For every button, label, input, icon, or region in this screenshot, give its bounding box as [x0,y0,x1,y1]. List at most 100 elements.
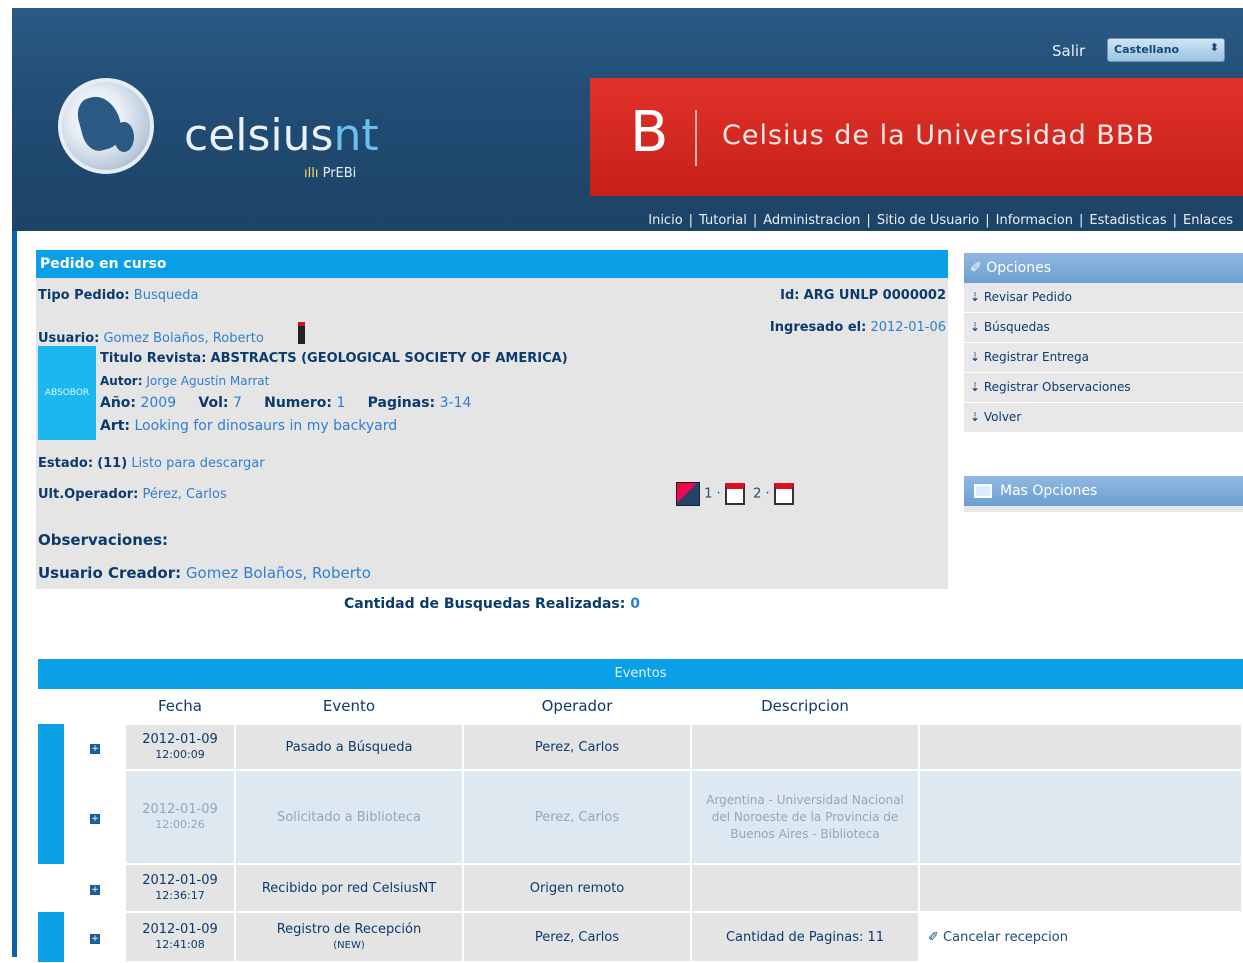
observaciones-label: Observaciones: [38,531,169,549]
row-accent [38,864,65,912]
menu-revisar-pedido[interactable]: ⇣ Revisar Pedido [964,283,1243,313]
opciones-title: Opciones [986,260,1052,276]
articulo-row: Art: Looking for dinosaurs in my backyar… [100,418,397,434]
expand-icon[interactable]: + [90,813,100,824]
autor-row: Autor: Jorge Agustin Marrat [100,374,269,388]
operador-cell: Perez, Carlos [462,769,692,865]
nav-administracion[interactable]: Administracion [763,213,860,228]
expand-icon[interactable]: + [90,933,100,944]
busquedas-label: Cantidad de Busquedas Realizadas: [343,596,626,612]
opciones-panel: ✐ Opciones ⇣ Revisar Pedido ⇣ Búsquedas … [964,253,1243,433]
id-value: ARG UNLP 0000002 [803,288,946,303]
evento-cell: Registro de Recepción (NEW) [234,911,464,963]
table-row: + 2012-01-09 12:00:09 Pasado a Búsqueda P… [38,723,1243,771]
tipo-label: Tipo Pedido: [38,288,130,303]
pedido-panel: Pedido en curso Tipo Pedido: Busqueda Id… [36,250,948,620]
nav-inicio[interactable]: Inicio [648,213,682,228]
usuario-label: Usuario: [38,331,100,346]
art-value: Looking for dinosaurs in my backyard [134,418,398,434]
pedido-title: Pedido en curso [36,250,948,278]
nav-estadisticas[interactable]: Estadisticas [1089,213,1166,228]
menu-busquedas[interactable]: ⇣ Búsquedas [964,313,1243,343]
brand-name: celsius [184,110,334,161]
menu-item-label: Búsquedas [983,320,1050,334]
accion-cell: ✐ Cancelar recepcion [918,911,1243,963]
descripcion-cell: Argentina - Universidad Nacional del Nor… [690,769,920,865]
page-top-margin [0,0,1243,8]
expand-cell: + [64,911,126,963]
nav-separator: | [1172,213,1178,228]
row-accent [38,912,65,962]
col-fecha: Fecha [125,689,235,724]
language-select[interactable]: Castellano ⬍ [1107,38,1225,62]
ingresado-value: 2012-01-06 [870,320,946,335]
autor-value: Jorge Agustin Marrat [146,374,270,388]
operador-label: Ult.Operador: [38,487,139,502]
revista-label: Titulo Revista: [100,351,207,366]
expand-cell: + [64,769,126,865]
expand-icon[interactable]: + [90,884,100,895]
evento-cell: Pasado a Búsqueda [234,723,464,771]
mas-opciones-body [964,506,1243,512]
mas-opciones-label: Mas Opciones [1000,483,1098,499]
nav-informacion[interactable]: Informacion [996,213,1073,228]
computer-download-icon[interactable] [676,482,700,506]
pdf-icon[interactable] [724,483,745,505]
file-2-link[interactable]: 2 [753,487,761,502]
menu-item-label: Revisar Pedido [983,290,1072,304]
creador-row: Usuario Creador: Gomez Bolaños, Roberto [38,564,371,582]
mas-opciones-header[interactable]: Mas Opciones [964,476,1243,506]
nav-enlaces[interactable]: Enlaces [1183,213,1233,228]
nav-separator: | [688,213,694,228]
site-header: celsiusnt ıllı PrEBi Salir Castellano ⬍ B… [12,8,1243,231]
evento-sub: (NEW) [333,940,365,951]
id-row: Id: ARG UNLP 0000002 [780,288,946,303]
ingresado-row: Ingresado el: 2012-01-06 [770,320,946,335]
menu-registrar-observaciones[interactable]: ⇣ Registrar Observaciones [964,373,1243,403]
anio-value: 2009 [140,395,177,411]
expand-icon[interactable]: + [90,743,100,754]
usuario-value[interactable]: Gomez Bolaños, Roberto [103,331,263,346]
evento-cell: Recibido por red CelsiusNT [234,863,464,913]
publicacion-row: Año: 2009 Vol: 7 Numero: 1 Paginas: 3-14 [100,395,471,411]
nav-sitio-usuario[interactable]: Sitio de Usuario [877,213,979,228]
id-label: Id: [780,288,800,303]
prebi-logo: ıllı PrEBi [304,166,357,181]
fecha-date: 2012-01-09 [142,802,218,817]
menu-registrar-entrega[interactable]: ⇣ Registrar Entrega [964,343,1243,373]
row-accent [38,770,65,864]
nav-tutorial[interactable]: Tutorial [699,213,747,228]
tipo-pedido-row: Tipo Pedido: Busqueda [38,288,198,303]
col-operador: Operador [463,689,691,724]
row-accent [38,724,65,770]
fecha-time: 12:00:09 [155,748,205,761]
menu-volver[interactable]: ⇣ Volver [964,403,1243,433]
eventos-title: Eventos [38,659,1243,689]
paginas-label: Paginas: [367,395,436,411]
autor-label: Autor: [100,374,143,388]
col-accion [919,689,1242,724]
fecha-cell: 2012-01-09 12:41:08 [124,911,236,963]
art-label: Art: [100,418,131,434]
col-blank [38,689,125,724]
banner-divider [695,110,697,166]
operador-row: Ult.Operador: Pérez, Carlos [38,487,227,502]
cancelar-recepcion-link[interactable]: Cancelar recepcion [943,930,1068,945]
fecha-date: 2012-01-09 [142,873,218,888]
menu-item-label: Registrar Entrega [983,350,1089,364]
brand-logo[interactable]: celsiusnt [184,110,379,161]
expand-cell: + [64,723,126,771]
col-descripcion: Descripcion [691,689,919,724]
globe-logo-icon [58,78,154,174]
fecha-time: 12:41:08 [155,938,205,951]
operador-cell: Origen remoto [462,863,692,913]
creador-value: Gomez Bolaños, Roberto [185,564,371,582]
fecha-date: 2012-01-09 [142,922,218,937]
vol-label: Vol: [198,395,229,411]
fecha-cell: 2012-01-09 12:00:26 [124,769,236,865]
operador-cell: Perez, Carlos [462,911,692,963]
file-1-link[interactable]: 1 [704,487,712,502]
salir-link[interactable]: Salir [1052,42,1085,60]
pdf-icon[interactable] [773,483,794,505]
busquedas-value: 0 [630,596,640,612]
